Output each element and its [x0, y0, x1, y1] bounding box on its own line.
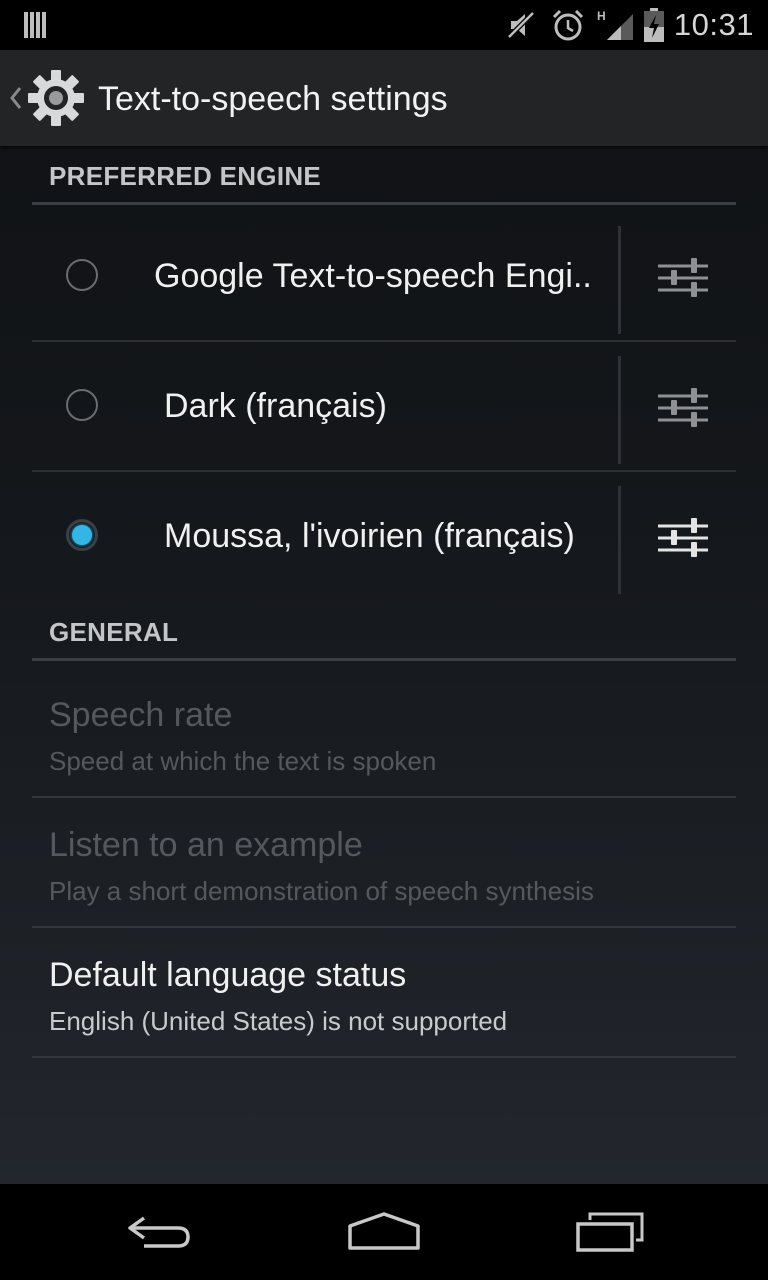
recent-apps-icon[interactable]: [560, 1198, 660, 1266]
section-header-label: PREFERRED ENGINE: [49, 161, 322, 191]
status-clock: 10:31: [673, 7, 754, 42]
back-icon[interactable]: [110, 1198, 210, 1266]
engine-radio-button[interactable]: [66, 389, 98, 421]
section-header-label: GENERAL: [49, 617, 179, 647]
gear-icon[interactable]: [26, 68, 86, 128]
pref-summary: Speed at which the text is spoken: [49, 746, 437, 776]
engine-row-dark[interactable]: Dark (français): [32, 342, 736, 472]
page-title: Text-to-speech settings: [98, 80, 448, 118]
pref-title: Listen to an example: [49, 826, 363, 864]
signal-indicator-icon: [22, 0, 50, 50]
engine-row-google[interactable]: Google Text-to-speech Engi..: [32, 212, 736, 342]
pref-title: Default language status: [49, 956, 407, 994]
battery-charging-icon: [640, 0, 668, 50]
screen: H 10:31 Text-to-speech settings PREFERRE…: [0, 0, 768, 1280]
home-icon[interactable]: [334, 1198, 434, 1266]
divider: [618, 486, 621, 594]
engine-settings-icon[interactable]: [652, 246, 716, 310]
engine-label: Google Text-to-speech Engi..: [154, 257, 592, 295]
pref-summary: Play a short demonstration of speech syn…: [49, 876, 594, 906]
up-navigation-icon[interactable]: [6, 80, 24, 116]
section-header-preferred-engine: PREFERRED ENGINE: [32, 156, 736, 205]
divider: [618, 226, 621, 334]
engine-radio-button-selected[interactable]: [66, 519, 98, 551]
section-header-general: GENERAL: [32, 612, 736, 661]
pref-speech-rate[interactable]: Speech rate Speed at which the text is s…: [32, 668, 736, 798]
hspa-signal-icon: H: [596, 0, 636, 50]
engine-label: Dark (français): [164, 387, 387, 425]
engine-label: Moussa, l'ivoirien (français): [164, 517, 575, 555]
alarm-icon: [550, 0, 586, 50]
action-bar: Text-to-speech settings: [0, 50, 768, 146]
pref-listen-example[interactable]: Listen to an example Play a short demons…: [32, 798, 736, 928]
engine-settings-icon[interactable]: [652, 376, 716, 440]
divider: [618, 356, 621, 464]
network-type-label: H: [597, 9, 606, 23]
engine-radio-button[interactable]: [66, 259, 98, 291]
engine-settings-icon[interactable]: [652, 506, 716, 570]
pref-title: Speech rate: [49, 696, 233, 734]
pref-summary: English (United States) is not supported: [49, 1006, 508, 1036]
engine-row-moussa[interactable]: Moussa, l'ivoirien (français): [32, 472, 736, 600]
navigation-bar: [0, 1184, 768, 1280]
mute-icon: [504, 0, 538, 50]
pref-default-language-status[interactable]: Default language status English (United …: [32, 928, 736, 1058]
status-bar: H 10:31: [0, 0, 768, 50]
